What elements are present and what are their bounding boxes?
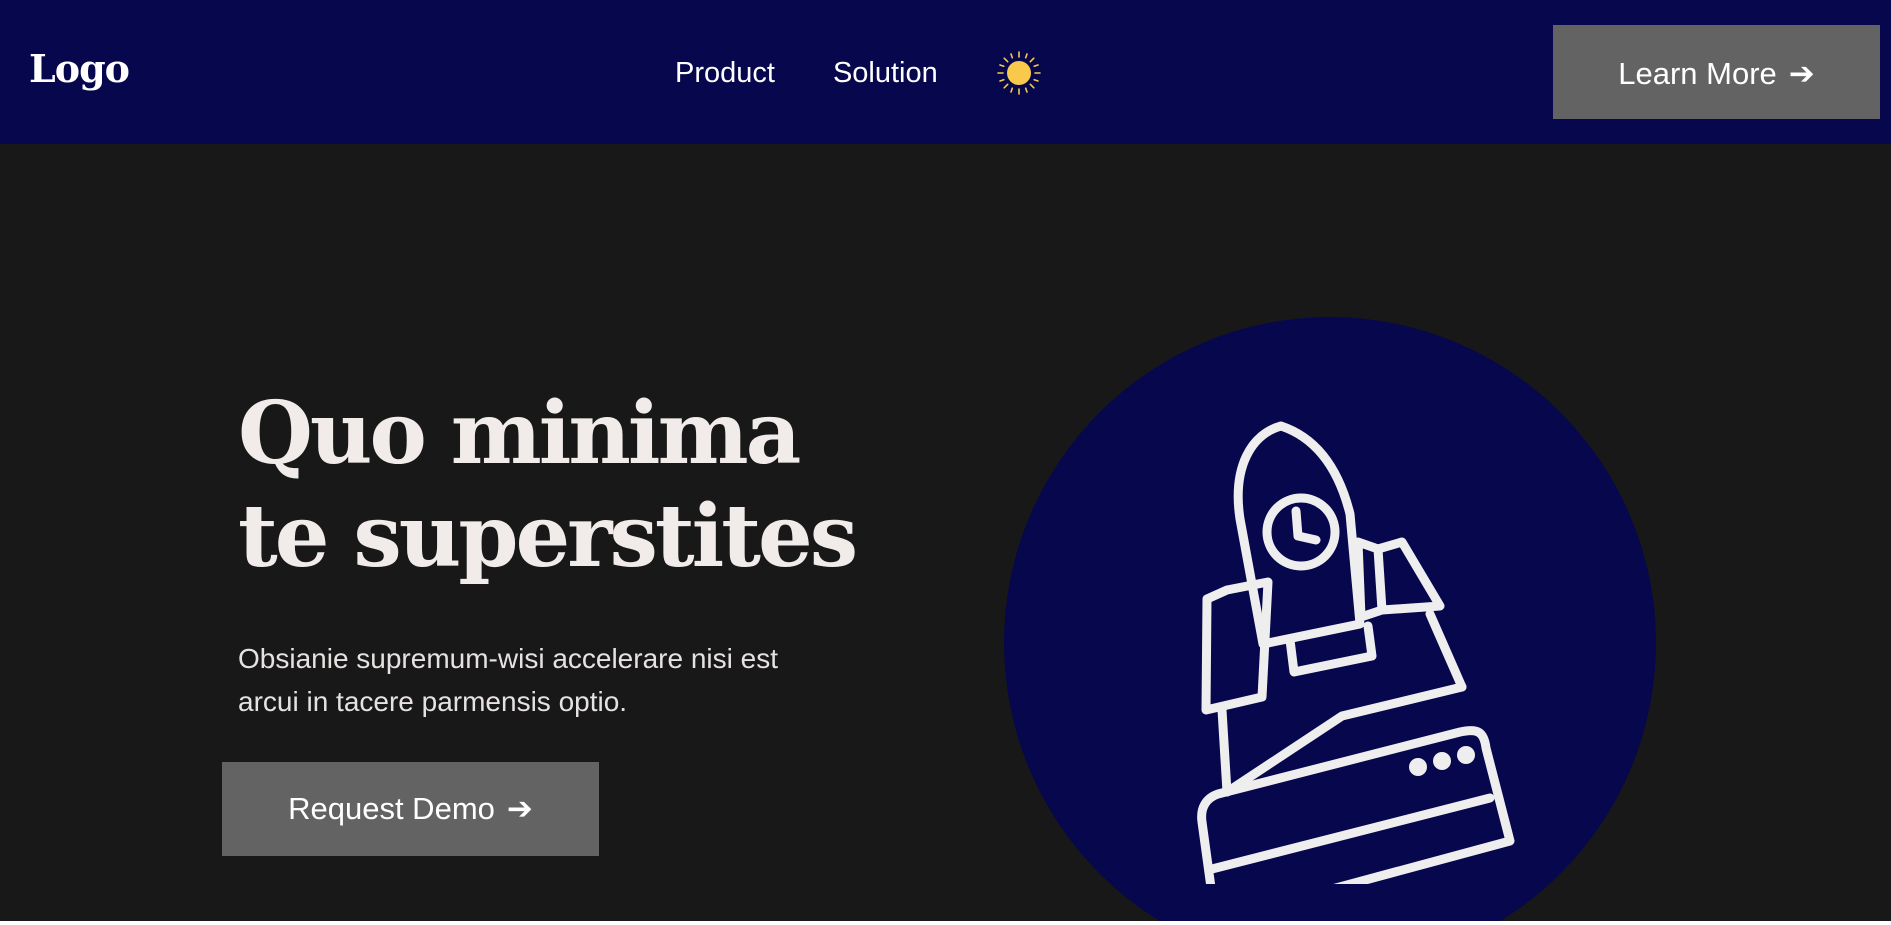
nav-link-product[interactable]: Product [675,57,775,90]
learn-more-button[interactable]: Learn More ➔ [1553,25,1880,119]
nav-links: Product Solution [675,50,1042,96]
request-demo-button[interactable]: Request Demo ➔ [222,762,599,856]
sun-icon [996,51,1041,95]
hero-title: Quo minima te superstites [238,383,858,587]
rocket-launch-icon [1197,421,1515,884]
hero-subtitle: Obsianie supremum-wisi accelerare nisi e… [238,643,778,717]
nav-link-solution[interactable]: Solution [833,57,938,90]
page-bottom-edge [0,921,1891,925]
logo[interactable]: Logo [29,46,130,91]
hero-section: Quo minima te superstites Obsianie supre… [0,144,1891,921]
learn-more-label: Learn More [1618,55,1777,91]
arrow-right-icon: ➔ [506,791,533,826]
page: Logo Product Solution Learn More ➔ Quo m… [0,0,1891,925]
request-demo-label: Request Demo [288,791,495,826]
theme-toggle[interactable] [996,50,1042,96]
navbar: Logo Product Solution Learn More ➔ [0,0,1891,144]
arrow-right-icon: ➔ [1788,55,1815,91]
